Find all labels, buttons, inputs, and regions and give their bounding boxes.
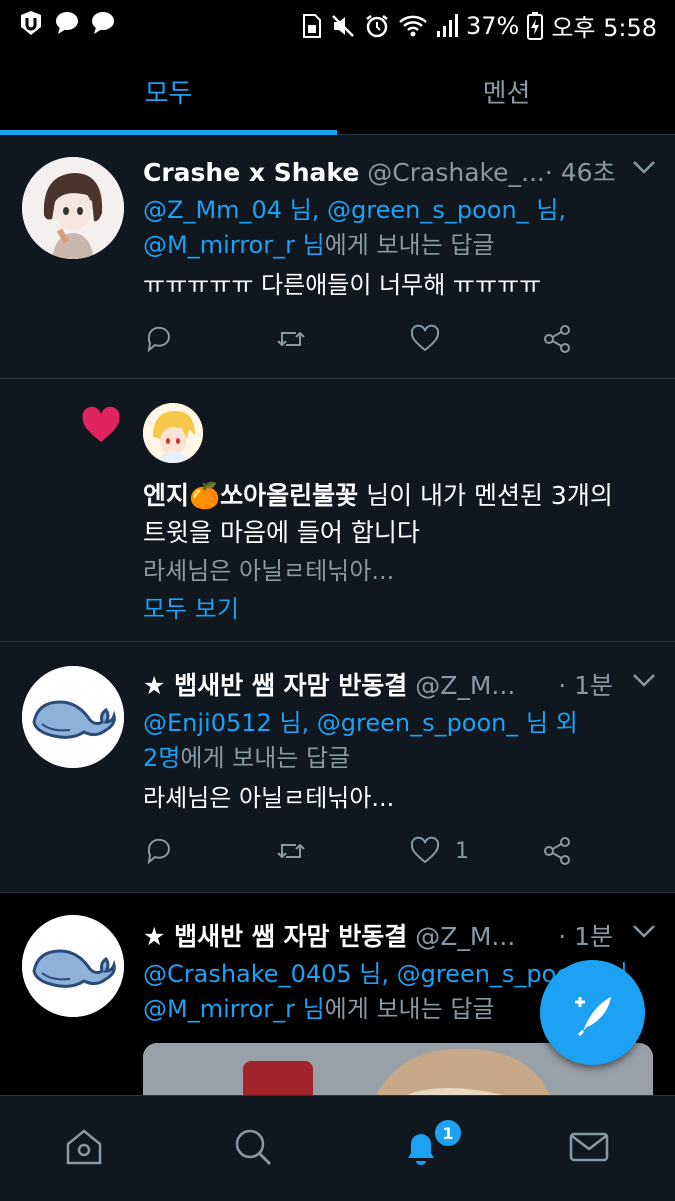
mail-icon: [569, 1132, 609, 1162]
tweet-time: · 46초: [544, 158, 616, 187]
search-tab[interactable]: [232, 1126, 274, 1168]
whale-avatar-illustration: [22, 666, 124, 768]
user-handle[interactable]: @Z_M...: [415, 922, 515, 951]
like-button[interactable]: [409, 323, 455, 355]
mute-icon: [332, 14, 354, 37]
tweet-content: ★ 뱁새반 쌤 자맘 반동결 @Z_M... · 1분 @Enji0512 님,…: [143, 666, 657, 816]
notification-tabs: 모두 멘션: [0, 48, 675, 135]
reply-label: 에게 보내는 답글: [324, 995, 495, 1023]
tweet-time: · 1분: [558, 671, 613, 700]
sim-icon: [302, 13, 321, 38]
chevron-down-icon[interactable]: [631, 670, 657, 690]
user-name[interactable]: ★ 뱁새반 쌤 자맘 반동결: [143, 666, 407, 702]
retweet-icon: [277, 331, 305, 347]
show-all-link[interactable]: 모두 보기: [143, 591, 655, 627]
user-name[interactable]: ★ 뱁새반 쌤 자맘 반동결: [143, 917, 407, 953]
share-button[interactable]: [541, 323, 573, 355]
share-icon: [544, 837, 570, 865]
reply-mention[interactable]: @M_mirror_r 님: [143, 231, 325, 259]
reply-mention[interactable]: @M_mirror_r 님: [143, 995, 325, 1023]
avatar-illustration: [22, 157, 124, 259]
reply-icon: [147, 838, 170, 865]
reply-mentions[interactable]: @Z_Mm_04 님, @green_s_poon_ 님,: [143, 193, 657, 228]
notification-text: 엔지🍊쏘아올린불꽃 님이 내가 멘션된 3개의 트윗을 마음에 들어 합니다: [143, 477, 655, 551]
user-name[interactable]: Crashe x Shake: [143, 158, 359, 187]
tweet-header: ★ 뱁새반 쌤 자맘 반동결 @Z_M... · 1분: [143, 666, 657, 702]
heart-outline-icon: [410, 836, 440, 864]
messages-tab[interactable]: [568, 1126, 610, 1168]
tab-mentions-label: 멘션: [482, 78, 531, 109]
share-icon: [544, 325, 570, 353]
reply-context: @Enji0512 님, @green_s_poon_ 님 외 2명에게 보내는…: [143, 706, 657, 776]
tab-all-label: 모두: [144, 78, 193, 109]
search-icon: [235, 1129, 272, 1166]
tweet-text: 라셰님은 아닐ㄹ테닊아...: [143, 784, 395, 812]
tweet-header: Crashe x Shake @Crashake_... · 46초: [143, 153, 657, 189]
signal-icon: [436, 13, 458, 37]
user-handle[interactable]: @Crashake_...: [367, 158, 545, 187]
chat-bubble-icon: [56, 12, 78, 34]
like-count: 1: [455, 838, 469, 864]
reply-mention[interactable]: 2명: [143, 744, 180, 772]
notification-avatar[interactable]: [143, 403, 203, 463]
retweet-button[interactable]: [275, 323, 307, 355]
chevron-down-icon[interactable]: [631, 921, 657, 941]
status-right-icons: 37% 오후 5:58: [302, 8, 657, 43]
wifi-icon: [399, 15, 427, 36]
tweet-text: ㅠㅠㅠㅠㅠ 다른애들이 너무해 ㅠㅠㅠㅠ: [143, 271, 542, 299]
alarm-icon: [366, 14, 388, 37]
reply-label: 에게 보내는 답글: [180, 744, 351, 772]
tab-all[interactable]: 모두: [0, 48, 337, 135]
tab-mentions[interactable]: 멘션: [338, 48, 675, 134]
heart-outline-icon: [410, 324, 440, 352]
status-bar: 37% 오후 5:58: [0, 0, 675, 48]
tweet-header: ★ 뱁새반 쌤 자맘 반동결 @Z_M... · 1분: [143, 917, 657, 953]
avatar[interactable]: [22, 915, 124, 1017]
retweet-icon: [277, 843, 305, 859]
share-button[interactable]: [541, 835, 573, 867]
reply-icon: [147, 326, 170, 353]
status-left-icons: [18, 10, 116, 36]
app-u-icon: [21, 11, 41, 35]
notification-content: 엔지🍊쏘아올린불꽃 님이 내가 멘션된 3개의 트윗을 마음에 들어 합니다 라…: [143, 473, 655, 627]
reply-label: 에게 보내는 답글: [324, 231, 495, 259]
battery-charging-icon: [527, 11, 544, 40]
like-button[interactable]: 1: [409, 835, 469, 867]
notification-user[interactable]: 엔지🍊쏘아올린불꽃: [143, 481, 358, 510]
notification-preview: 라셰님은 아닐ㄹ테닊아...: [143, 557, 395, 585]
reply-button[interactable]: [143, 323, 175, 355]
compose-feather-icon: [574, 996, 611, 1036]
reply-mentions[interactable]: @Enji0512 님, @green_s_poon_ 님 외: [143, 706, 657, 741]
clock: 오후 5:58: [551, 14, 657, 42]
reply-button[interactable]: [143, 835, 175, 867]
avatar[interactable]: [22, 666, 124, 768]
tweet-actions: 1: [143, 835, 583, 875]
chat-bubble-icon: [92, 12, 114, 34]
tweet[interactable]: Crashe x Shake @Crashake_... · 46초 @Z_Mm…: [0, 135, 675, 379]
like-notification[interactable]: 엔지🍊쏘아올린불꽃 님이 내가 멘션된 3개의 트윗을 마음에 들어 합니다 라…: [0, 379, 675, 642]
compose-tweet-button[interactable]: [540, 960, 645, 1065]
reply-context: @Z_Mm_04 님, @green_s_poon_ 님, @M_mirror_…: [143, 193, 657, 263]
tweet[interactable]: ★ 뱁새반 쌤 자맘 반동결 @Z_M... · 1분 @Enji0512 님,…: [0, 642, 675, 893]
tweet-content: Crashe x Shake @Crashake_... · 46초 @Z_Mm…: [143, 153, 657, 303]
notification-text-line2: 트윗을 마음에 들어 합니다: [143, 518, 420, 547]
tweet-time: · 1분: [558, 922, 613, 951]
chevron-down-icon[interactable]: [631, 157, 657, 177]
tweet-actions: [143, 323, 583, 363]
notification-badge: 1: [433, 1118, 463, 1148]
retweet-button[interactable]: [275, 835, 307, 867]
avatar[interactable]: [22, 157, 124, 259]
user-handle[interactable]: @Z_M...: [415, 671, 515, 700]
home-icon: [66, 1129, 102, 1165]
avatar-illustration: [143, 403, 203, 463]
home-tab[interactable]: [63, 1126, 105, 1168]
notification-text-rest: 님이 내가 멘션된 3개의: [358, 481, 613, 510]
bottom-navigation: [0, 1095, 675, 1201]
heart-filled-icon: [82, 406, 120, 443]
battery-percent: 37%: [465, 11, 520, 40]
whale-avatar-illustration: [22, 915, 124, 1017]
